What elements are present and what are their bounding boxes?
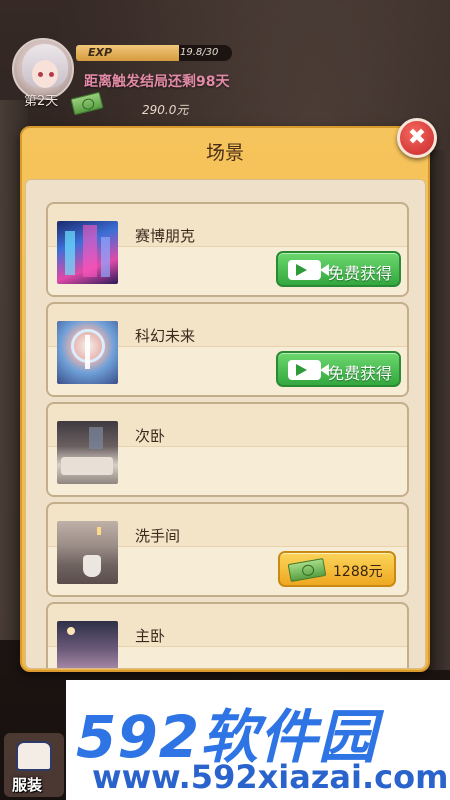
free-get-button[interactable]: 免费获得 [276,351,401,387]
scene-name: 赛博朋克 [135,227,196,245]
close-icon[interactable]: ✖ [397,118,437,158]
exp-value: 19.8/30 [180,47,219,58]
free-get-button[interactable]: 免费获得 [276,251,401,287]
costume-label: 服装 [12,776,43,794]
scene-list-panel[interactable]: 赛博朋克 免费获得 科幻未来 免费获得 次卧 洗手间 1288元 主卧 [25,179,426,669]
scene-name: 洗手间 [135,527,181,545]
free-get-label: 免费获得 [328,364,393,383]
video-camera-icon [288,260,329,280]
watermark-url: www.592xiazai.com [92,758,449,796]
price-label: 1288元 [333,564,383,580]
avatar-face [32,60,58,88]
buy-button[interactable]: 1288元 [278,551,396,587]
scene-card-cyberpunk[interactable]: 赛博朋克 免费获得 [46,202,409,297]
avatar-eye-left [38,72,43,77]
free-get-label: 免费获得 [328,264,393,283]
cyberpunk-thumb [57,221,118,284]
scene-name: 科幻未来 [135,327,196,345]
scene-modal: 场景 赛博朋克 免费获得 科幻未来 免费获得 次卧 洗手间 1288元 主卧 [20,126,430,672]
ending-countdown: 距离触发结局还剩98天 [84,74,230,90]
day-counter: 第2天 [24,94,59,109]
scene-name: 主卧 [135,627,166,645]
bedroom-thumb [57,421,118,484]
money-value: 290.0元 [142,103,189,117]
money-display [70,91,104,116]
bathroom-thumb [57,521,118,584]
cash-icon [70,91,104,116]
exp-label: EXP [88,46,113,59]
avatar-eye-right [49,72,54,77]
scifi-thumb [57,321,118,384]
watermark-banner: 592软件园 www.592xiazai.com [66,680,450,800]
scene-card-master-bedroom[interactable]: 主卧 [46,602,409,668]
video-camera-icon [288,360,329,380]
scene-card-second-bedroom[interactable]: 次卧 [46,402,409,497]
scene-card-scifi[interactable]: 科幻未来 免费获得 [46,302,409,397]
cash-icon [287,558,327,582]
costume-icon [16,741,52,771]
modal-title: 场景 [205,142,244,164]
scene-name: 次卧 [135,427,166,445]
master-bedroom-thumb [57,621,118,668]
scene-card-bathroom[interactable]: 洗手间 1288元 [46,502,409,597]
